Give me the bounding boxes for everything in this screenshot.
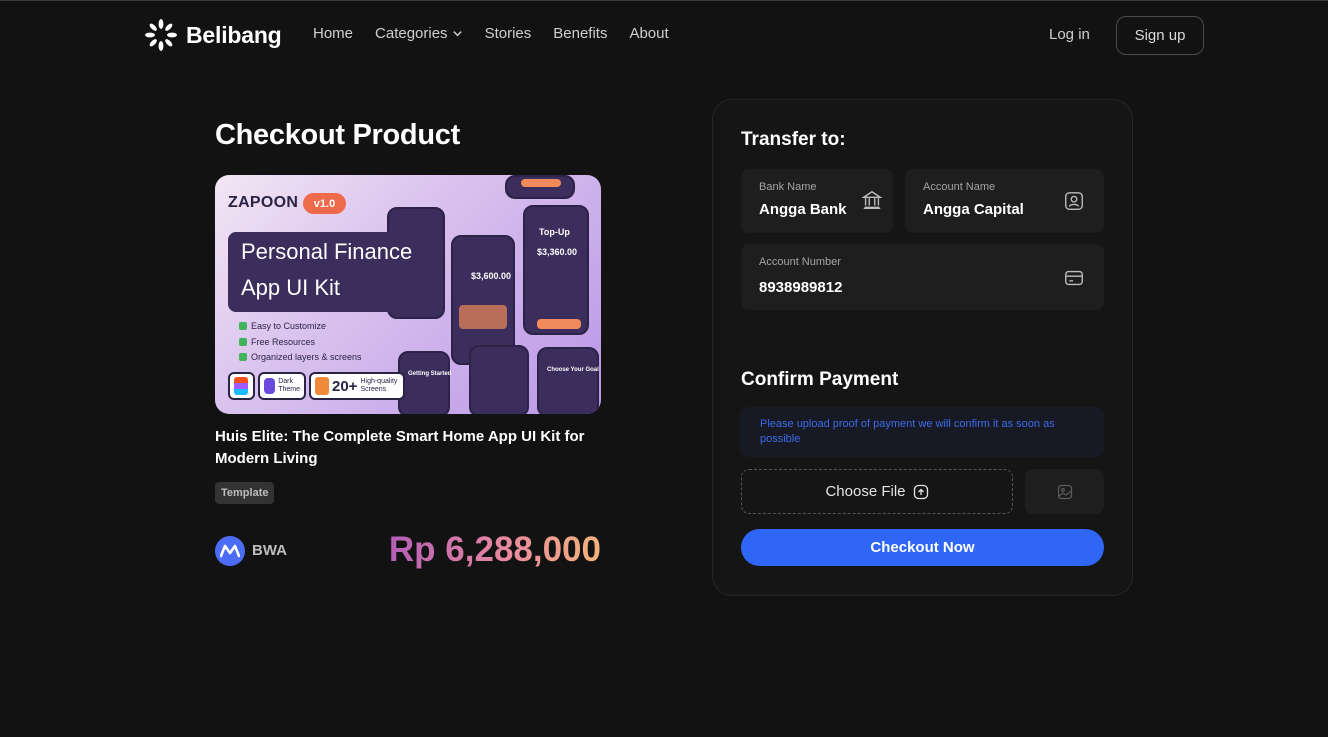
phone-top-button — [521, 179, 561, 187]
transfer-heading: Transfer to: — [741, 129, 846, 150]
nav-link-about[interactable]: About — [629, 25, 668, 42]
brand[interactable]: Belibang — [145, 19, 282, 51]
account-number-field: Account Number 8938989812 — [741, 244, 1104, 310]
account-number-label: Account Number — [759, 256, 841, 268]
image-icon — [1057, 484, 1072, 499]
category-tag: Template — [215, 482, 275, 504]
account-name-field: Account Name Angga Capital — [905, 169, 1104, 233]
badge-dark-label: Dark — [278, 378, 293, 385]
account-name-label: Account Name — [923, 181, 996, 193]
figma-icon — [234, 377, 248, 395]
product-price: Rp 6,288,000 — [388, 530, 601, 569]
badge-quality-label: High-quality — [360, 378, 398, 385]
check-icon — [239, 338, 247, 346]
bank-icon — [861, 190, 883, 209]
phone-mockup — [523, 205, 589, 335]
check-icon — [239, 353, 247, 361]
check-icon — [239, 322, 247, 330]
bwa-mark — [220, 544, 240, 558]
screens-badge: 20+ High-quality Screens — [309, 372, 405, 400]
badge-screens-label: Screens — [360, 386, 387, 393]
file-preview — [1025, 469, 1104, 514]
page-title: Checkout Product — [215, 119, 460, 151]
product-name: Huis Elite: The Complete Smart Home App … — [215, 428, 585, 467]
upload-icon — [913, 484, 928, 499]
feature-label: Free Resources — [251, 337, 316, 347]
feature-label: Easy to Customize — [251, 321, 327, 331]
nav-link-categories[interactable]: Categories — [375, 25, 463, 42]
phone-goal-title: Choose Your Goal — [547, 367, 599, 373]
nav-link-stories[interactable]: Stories — [485, 25, 532, 42]
phone-mockup — [537, 347, 599, 414]
checkout-now-button[interactable]: Checkout Now — [741, 529, 1104, 566]
nav-link-benefits[interactable]: Benefits — [553, 25, 607, 42]
bwa-logo-icon — [215, 536, 245, 566]
phone-amount: $3,600.00 — [471, 271, 512, 281]
badge-theme-label: Theme — [278, 386, 300, 393]
moon-icon — [264, 378, 276, 394]
phone-chart-fill — [459, 305, 507, 329]
dark-theme-badge: Dark Theme — [258, 372, 306, 400]
signup-button[interactable]: Sign up — [1116, 16, 1204, 55]
top-border — [0, 0, 1328, 1]
login-link[interactable]: Log in — [1049, 26, 1090, 43]
bank-name-value: Angga Bank — [759, 201, 847, 218]
screens-count: 20+ — [332, 377, 358, 395]
thumbnail-heading-1: Personal Finance — [241, 239, 413, 264]
upload-notice: Please upload proof of payment we will c… — [740, 407, 1104, 457]
feature-item: Free Resources — [239, 337, 315, 347]
account-name-value: Angga Capital — [923, 201, 1024, 218]
choose-file-label: Choose File — [825, 483, 906, 500]
bank-name-field: Bank Name Angga Bank — [741, 169, 893, 233]
phone-amount-2: $3,360.00 — [537, 247, 578, 257]
nav-link-categories-label: Categories — [375, 25, 448, 42]
product-thumbnail[interactable]: ZAPOON v1.0 $3,600.00 Top-Up $3,360.00 G… — [215, 175, 601, 414]
thumbnail-heading-2: App UI Kit — [241, 275, 341, 300]
confirm-heading: Confirm Payment — [741, 369, 899, 390]
phone-mockup — [469, 345, 529, 414]
nav-link-home[interactable]: Home — [313, 25, 353, 42]
seller-name: BWA — [252, 542, 287, 559]
feature-label: Organized layers & screens — [251, 352, 362, 362]
feature-item: Easy to Customize — [239, 321, 326, 331]
bank-name-label: Bank Name — [759, 181, 817, 193]
phone-mockup — [398, 351, 450, 414]
figma-badge — [228, 372, 255, 400]
phone-button — [537, 319, 581, 329]
sparkle-logo-icon — [145, 19, 177, 51]
choose-file-button[interactable]: Choose File — [741, 469, 1013, 514]
feature-item: Organized layers & screens — [239, 352, 362, 362]
phone-topup-title: Top-Up — [539, 227, 570, 237]
top-navigation: Belibang Home Categories Stories Benefit… — [145, 16, 1204, 55]
brand-name: Belibang — [186, 21, 282, 48]
thumbnail-brand: ZAPOON — [228, 194, 299, 211]
phone-started-title: Getting Started — [408, 371, 452, 377]
user-card-icon — [1065, 192, 1083, 210]
account-number-value: 8938989812 — [759, 279, 843, 296]
main-menu: Home Categories Stories Benefits About — [313, 25, 669, 42]
phone-icon — [315, 377, 329, 395]
chevron-down-icon — [452, 31, 462, 37]
version-badge: v1.0 — [303, 193, 346, 214]
credit-card-icon — [1065, 270, 1083, 286]
